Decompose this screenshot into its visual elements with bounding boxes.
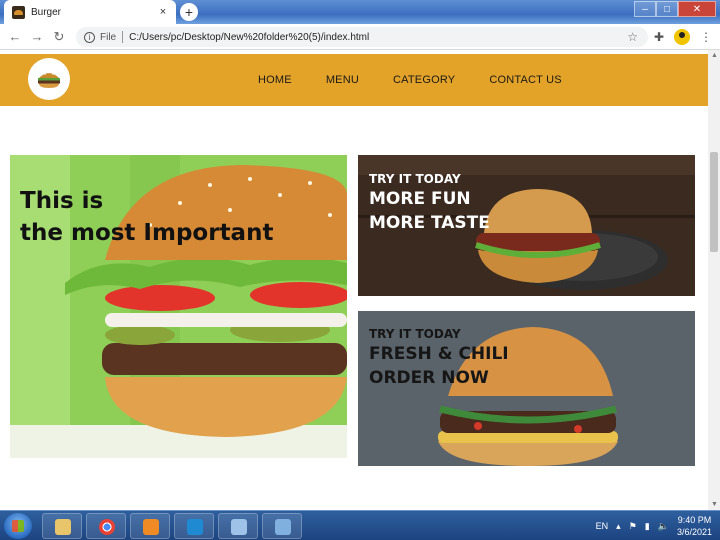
paint-icon[interactable] (262, 513, 302, 539)
maximize-button[interactable]: □ (656, 1, 678, 17)
hero-top-text: TRY IT TODAY MORE FUN MORE TASTE (369, 171, 490, 235)
star-icon[interactable]: ☆ (627, 30, 638, 44)
clock[interactable]: 9:40 PM 3/6/2021 (677, 514, 712, 538)
burger-favicon-icon (12, 5, 25, 19)
hero-main-heading: This is the most Important (20, 185, 273, 249)
hero-bottom-eyebrow: TRY IT TODAY (369, 327, 461, 341)
back-arrow-icon[interactable]: ← (4, 29, 26, 44)
page-viewport: HOME MENU CATEGORY CONTACT US This is th… (0, 50, 708, 510)
minimize-button[interactable]: – (634, 1, 656, 17)
burger-logo-icon (38, 71, 60, 88)
new-tab-button[interactable]: + (180, 3, 198, 21)
clock-date: 3/6/2021 (676, 527, 712, 537)
hero-card-main[interactable]: This is the most Important (10, 155, 347, 458)
hero-top-line2: MORE TASTE (369, 213, 490, 233)
file-explorer-icon[interactable] (42, 513, 82, 539)
extensions-puzzle-icon[interactable]: ✚ (654, 30, 664, 44)
language-indicator[interactable]: EN (596, 521, 609, 531)
nav-menu[interactable]: MENU (326, 74, 359, 86)
volume-icon[interactable]: 🔈 (658, 521, 669, 532)
browser-tab[interactable]: Burger × (4, 0, 176, 24)
toolbar-actions: ✚ ⋮ (654, 29, 712, 45)
window-switcher-icon[interactable] (218, 513, 258, 539)
start-button[interactable] (4, 513, 32, 539)
scroll-down-icon[interactable]: ▼ (711, 501, 718, 508)
hero-bottom-text: TRY IT TODAY FRESH & CHILI ORDER NOW (369, 326, 509, 390)
profile-avatar-icon[interactable] (674, 29, 690, 45)
hero-bottom-line2: ORDER NOW (369, 368, 489, 388)
tab-title: Burger (31, 6, 62, 18)
hero-bottom-line1: FRESH & CHILI (369, 344, 509, 364)
os-taskbar: EN ▴ ⚑ ▮ 🔈 9:40 PM 3/6/2021 (0, 510, 720, 540)
window-controls: – □ ✕ (634, 1, 716, 17)
tray-arrow-icon[interactable]: ▴ (616, 521, 621, 532)
close-window-button[interactable]: ✕ (678, 1, 716, 17)
browser-titlebar: Burger × + – □ ✕ (0, 0, 720, 24)
vscode-icon[interactable] (174, 513, 214, 539)
hero-top-eyebrow: TRY IT TODAY (369, 172, 461, 186)
nav-home[interactable]: HOME (258, 74, 292, 86)
main-nav: HOME MENU CATEGORY CONTACT US (258, 54, 562, 106)
info-icon[interactable]: i (84, 31, 95, 43)
hero-card-more-fun[interactable]: TRY IT TODAY MORE FUN MORE TASTE (358, 155, 695, 296)
nav-contact-us[interactable]: CONTACT US (489, 74, 562, 86)
network-icon[interactable]: ▮ (645, 521, 650, 532)
browser-toolbar: ← → ↻ i File C:/Users/pc/Desktop/New%20f… (0, 24, 720, 50)
divider (122, 31, 124, 43)
hero-top-line1: MORE FUN (369, 189, 471, 209)
scrollbar-thumb[interactable] (710, 152, 718, 252)
xampp-icon[interactable] (130, 513, 170, 539)
flag-icon[interactable]: ⚑ (629, 521, 637, 532)
site-logo[interactable] (28, 58, 70, 100)
site-header: HOME MENU CATEGORY CONTACT US (0, 54, 708, 106)
scroll-up-icon[interactable]: ▲ (711, 52, 718, 59)
forward-arrow-icon[interactable]: → (26, 29, 48, 44)
url-text[interactable]: C:/Users/pc/Desktop/New%20folder%20(5)/i… (129, 32, 369, 43)
clock-time: 9:40 PM (677, 515, 712, 525)
page-scrollbar[interactable]: ▲ ▼ (708, 50, 720, 510)
hero-card-fresh-chili[interactable]: TRY IT TODAY FRESH & CHILI ORDER NOW (358, 311, 695, 466)
hero-main-line1: This is (20, 188, 104, 214)
menu-dots-icon[interactable]: ⋮ (700, 30, 712, 44)
tab-close-icon[interactable]: × (156, 6, 170, 18)
nav-category[interactable]: CATEGORY (393, 74, 455, 86)
scheme-label: File (100, 31, 117, 43)
chrome-icon[interactable] (86, 513, 126, 539)
reload-icon[interactable]: ↻ (48, 29, 70, 45)
system-tray: EN ▴ ⚑ ▮ 🔈 9:40 PM 3/6/2021 (596, 511, 712, 540)
hero-main-line2: the most Important (20, 220, 274, 246)
address-bar[interactable]: i File C:/Users/pc/Desktop/New%20folder%… (76, 27, 648, 47)
